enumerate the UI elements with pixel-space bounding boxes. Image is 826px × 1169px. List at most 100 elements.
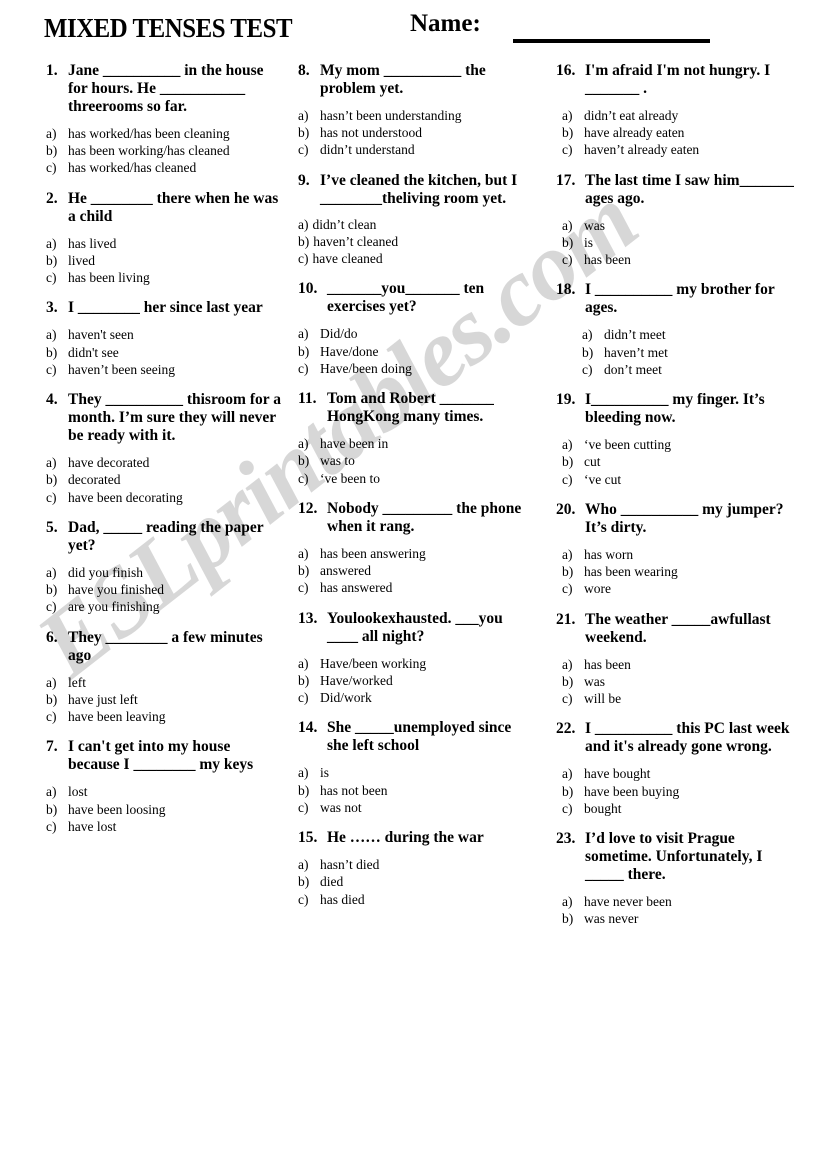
answer-option[interactable]: a) has worn bbox=[562, 546, 804, 563]
question-number: 5. bbox=[46, 518, 58, 536]
answer-option[interactable]: b) have been buying bbox=[562, 783, 804, 800]
question-stem: 3. I ________ her since last year bbox=[46, 299, 281, 317]
answer-option[interactable]: a) Did/do bbox=[298, 325, 533, 342]
answer-option[interactable]: c) have been leaving bbox=[46, 708, 281, 725]
answer-option[interactable]: b) decorated bbox=[46, 471, 281, 488]
question-block: 19. I__________ my finger. It’s bleeding … bbox=[556, 391, 804, 488]
answer-option[interactable]: a) have decorated bbox=[46, 454, 281, 471]
question-number: 4. bbox=[46, 391, 58, 409]
answer-option-key: b) bbox=[562, 783, 574, 799]
answer-option[interactable]: b) haven’t met bbox=[582, 344, 804, 361]
answer-option[interactable]: b) lived bbox=[46, 252, 281, 269]
answer-option[interactable]: b) have been loosing bbox=[46, 801, 281, 818]
answer-option[interactable]: c) has been bbox=[562, 251, 804, 268]
answer-option[interactable]: c) have lost bbox=[46, 818, 281, 835]
answer-option[interactable]: a) is bbox=[298, 764, 533, 781]
answer-option[interactable]: c) haven’t been seeing bbox=[46, 361, 281, 378]
answer-option[interactable]: a) didn’t eat already bbox=[562, 107, 804, 124]
answer-option[interactable]: b) has been wearing bbox=[562, 563, 804, 580]
answer-option[interactable]: a) did you finish bbox=[46, 564, 281, 581]
question-stem: 14. She _____unemployed since she left sc… bbox=[298, 719, 533, 755]
answer-option[interactable]: a) has been bbox=[562, 656, 804, 673]
answer-option-key: b) bbox=[46, 252, 58, 268]
answer-option[interactable]: b) has not understood bbox=[298, 124, 533, 141]
answer-option[interactable]: c) ‘ve been to bbox=[298, 470, 533, 487]
answer-option-key: a) bbox=[562, 107, 573, 123]
answer-option-text: have been buying bbox=[584, 783, 680, 799]
answer-option[interactable]: a) hasn’t died bbox=[298, 856, 533, 873]
answer-option[interactable]: c) have cleaned bbox=[298, 250, 533, 267]
answer-option[interactable]: c) are you finishing bbox=[46, 598, 281, 615]
answer-option-key: a) bbox=[298, 765, 309, 781]
question-number: 9. bbox=[298, 171, 310, 189]
answer-option[interactable]: a) haven't seen bbox=[46, 326, 281, 343]
answer-option[interactable]: a) didn’t clean bbox=[298, 216, 533, 233]
question-stem: 7. I can't get into my house because I __… bbox=[46, 738, 281, 774]
answer-option[interactable]: b) haven’t cleaned bbox=[298, 233, 533, 250]
answer-option[interactable]: b) Have/worked bbox=[298, 672, 533, 689]
answer-option[interactable]: a) was bbox=[562, 217, 804, 234]
answer-option[interactable]: b) was bbox=[562, 673, 804, 690]
answer-option[interactable]: b) was to bbox=[298, 452, 533, 469]
answer-option-key: a) bbox=[46, 235, 57, 251]
answer-option[interactable]: c) has been living bbox=[46, 269, 281, 286]
answer-option[interactable]: a) have been in bbox=[298, 435, 533, 452]
answer-option[interactable]: b) have already eaten bbox=[562, 124, 804, 141]
answer-option[interactable]: b) died bbox=[298, 873, 533, 890]
answer-option[interactable]: c) ‘ve cut bbox=[562, 471, 804, 488]
answer-option-text: lost bbox=[68, 784, 88, 800]
answer-option[interactable]: b) answered bbox=[298, 562, 533, 579]
answer-option[interactable]: b) didn't see bbox=[46, 344, 281, 361]
answer-option[interactable]: c) bought bbox=[562, 800, 804, 817]
answer-option[interactable]: b) is bbox=[562, 234, 804, 251]
answer-option[interactable]: b) cut bbox=[562, 453, 804, 470]
answer-option[interactable]: c) has worked/has cleaned bbox=[46, 159, 281, 176]
answer-option[interactable]: a) hasn’t been understanding bbox=[298, 107, 533, 124]
question-block: 6. They ________ a few minutes ago a) left b… bbox=[46, 629, 281, 726]
answer-option[interactable]: a) have never been bbox=[562, 893, 804, 910]
answer-option[interactable]: a) Have/been working bbox=[298, 655, 533, 672]
question-number: 20. bbox=[556, 500, 576, 518]
answer-option[interactable]: c) haven’t already eaten bbox=[562, 141, 804, 158]
name-write-in-line[interactable] bbox=[513, 39, 710, 43]
answer-option[interactable]: c) has answered bbox=[298, 579, 533, 596]
answer-option[interactable]: c) didn’t understand bbox=[298, 141, 533, 158]
answer-option[interactable]: a) left bbox=[46, 674, 281, 691]
answer-option[interactable]: c) don’t meet bbox=[582, 361, 804, 378]
answer-option[interactable]: c) wore bbox=[562, 580, 804, 597]
answer-option[interactable]: b) Have/done bbox=[298, 343, 533, 360]
answer-option[interactable]: c) Did/work bbox=[298, 689, 533, 706]
answer-option[interactable]: a) has been answering bbox=[298, 545, 533, 562]
answer-option-key: c) bbox=[582, 361, 593, 377]
answer-option[interactable]: b) has not been bbox=[298, 782, 533, 799]
answer-option[interactable]: b) have just left bbox=[46, 691, 281, 708]
question-text: Youlookexhausted. ___you ____ all night? bbox=[327, 609, 503, 645]
answer-option-key: a) bbox=[298, 107, 309, 123]
answer-option-text: was bbox=[584, 673, 605, 689]
answer-option[interactable]: b) was never bbox=[562, 910, 804, 927]
answer-option[interactable]: b) has been working/has cleaned bbox=[46, 142, 281, 159]
answer-option[interactable]: c) have been decorating bbox=[46, 489, 281, 506]
answer-option[interactable]: b) have you finished bbox=[46, 581, 281, 598]
answer-option-text: was never bbox=[584, 911, 639, 927]
answer-option[interactable]: a) lost bbox=[46, 783, 281, 800]
answer-option-text: have decorated bbox=[68, 455, 150, 471]
answer-option[interactable]: a) has lived bbox=[46, 235, 281, 252]
answer-option-key: c) bbox=[46, 489, 57, 505]
answer-option-key: c) bbox=[298, 891, 309, 907]
answer-option-list: a) haven't seen b) didn't see c) haven’t been… bbox=[46, 326, 281, 378]
answer-option[interactable]: a) have bought bbox=[562, 765, 804, 782]
answer-option[interactable]: a) didn’t meet bbox=[582, 326, 804, 343]
question-number: 19. bbox=[556, 391, 576, 409]
answer-option-text: hasn’t died bbox=[320, 857, 380, 873]
answer-option[interactable]: c) will be bbox=[562, 690, 804, 707]
answer-option[interactable]: c) has died bbox=[298, 891, 533, 908]
answer-option-text: didn't see bbox=[68, 344, 119, 360]
answer-option-list: a) was b) is c) has been bbox=[556, 217, 804, 269]
answer-option[interactable]: c) was not bbox=[298, 799, 533, 816]
question-text: He …… during the war bbox=[327, 829, 484, 847]
answer-option-text: died bbox=[320, 874, 344, 890]
answer-option[interactable]: a) ‘ve been cutting bbox=[562, 436, 804, 453]
answer-option[interactable]: c) Have/been doing bbox=[298, 360, 533, 377]
answer-option[interactable]: a) has worked/has been cleaning bbox=[46, 125, 281, 142]
